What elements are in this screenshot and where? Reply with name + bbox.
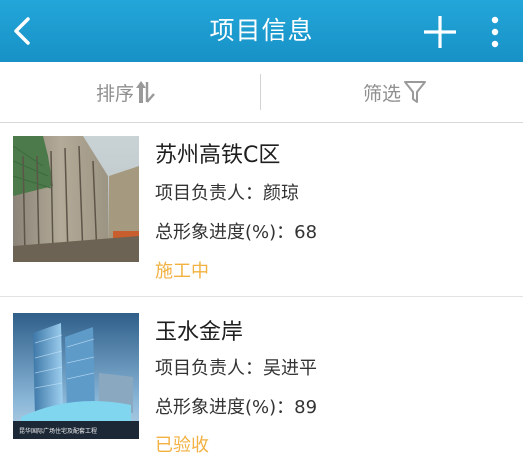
project-name: 苏州高铁C区 [155, 143, 281, 168]
filter-divider [260, 74, 261, 110]
rendering-caption: 昆华国际广场住宅及配套工程 [19, 427, 97, 435]
status-badge: 施工中 [155, 261, 209, 282]
manager-value: 颜琼 [263, 183, 299, 204]
filter-label: 筛选 [363, 82, 402, 105]
funnel-icon [404, 81, 427, 103]
app-screen: 项目信息 排序 筛选 苏州高铁C区 项目负责人：颜琼 总形象进度(%)：68 施… [0, 0, 523, 469]
app-header: 项目信息 [0, 0, 523, 62]
project-manager-line: 项目负责人：颜琼 [155, 179, 299, 205]
project-list-item[interactable]: 昆华国际广场住宅及配套工程 玉水金岸 项目负责人：吴进平 总形象进度(%)：89… [0, 297, 523, 469]
progress-value: 68 [294, 222, 318, 243]
progress-label: 总形象进度(%)： [155, 397, 295, 418]
more-options-button[interactable] [478, 12, 512, 52]
project-list-item[interactable]: 苏州高铁C区 项目负责人：颜琼 总形象进度(%)：68 施工中 [0, 123, 523, 297]
filter-button[interactable]: 筛选 [363, 62, 427, 122]
manager-value: 吴进平 [263, 358, 317, 379]
status-badge: 已验收 [155, 435, 209, 456]
sort-arrows-icon [136, 81, 155, 103]
manager-label: 项目负责人： [155, 183, 263, 204]
more-vertical-icon [491, 16, 499, 48]
project-name: 玉水金岸 [155, 320, 244, 345]
filter-bar: 排序 筛选 [0, 62, 523, 123]
progress-value: 89 [294, 397, 318, 418]
project-progress-line: 总形象进度(%)：68 [155, 218, 317, 244]
project-manager-line: 项目负责人：吴进平 [155, 354, 317, 380]
progress-label: 总形象进度(%)： [155, 222, 295, 243]
building-rendering-photo: 昆华国际广场住宅及配套工程 [13, 313, 139, 439]
add-project-button[interactable] [420, 12, 460, 52]
manager-label: 项目负责人： [155, 358, 263, 379]
plus-icon [424, 16, 456, 48]
project-progress-line: 总形象进度(%)：89 [155, 393, 317, 419]
sort-label: 排序 [96, 82, 135, 105]
sort-button[interactable]: 排序 [96, 62, 162, 122]
construction-site-photo [13, 136, 139, 262]
